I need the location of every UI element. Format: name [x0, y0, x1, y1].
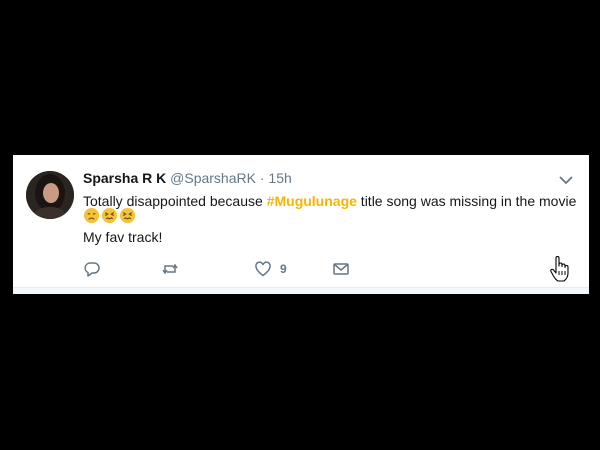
tweet-header: Sparsha R K @SparshaRK · 15h [83, 170, 292, 186]
disappointed-face-icon [83, 207, 100, 224]
user-handle[interactable]: @SparshaRK [170, 170, 256, 186]
like-button[interactable]: 9 [254, 259, 287, 279]
retweet-button[interactable] [161, 259, 179, 279]
timestamp[interactable]: 15h [268, 170, 291, 186]
envelope-icon [333, 263, 349, 275]
direct-message-button[interactable] [332, 259, 350, 279]
tweet-second-line: My fav track! [83, 229, 163, 245]
chevron-down-icon[interactable] [559, 175, 573, 185]
hashtag-link[interactable]: #Mugulunage [267, 193, 357, 209]
tweet-actions: 9 [83, 259, 523, 279]
display-name[interactable]: Sparsha R K [83, 170, 166, 186]
confounded-face-icon [101, 207, 118, 224]
reply-icon [84, 262, 100, 277]
card-divider [13, 287, 589, 294]
confounded-face-icon [119, 207, 136, 224]
tweet-text: Totally disappointed because #Mugulunage… [83, 191, 578, 211]
heart-icon [255, 261, 271, 277]
like-count: 9 [280, 262, 287, 276]
hand-cursor-icon [550, 256, 569, 282]
emoji-row [83, 207, 136, 227]
tweet-text-end: title song was missing in the movie [356, 193, 577, 209]
separator: · [259, 170, 265, 186]
reply-button[interactable] [83, 259, 101, 279]
avatar[interactable] [26, 171, 74, 219]
retweet-icon [162, 263, 178, 275]
tweet-card[interactable]: Sparsha R K @SparshaRK · 15h Totally dis… [13, 155, 589, 293]
